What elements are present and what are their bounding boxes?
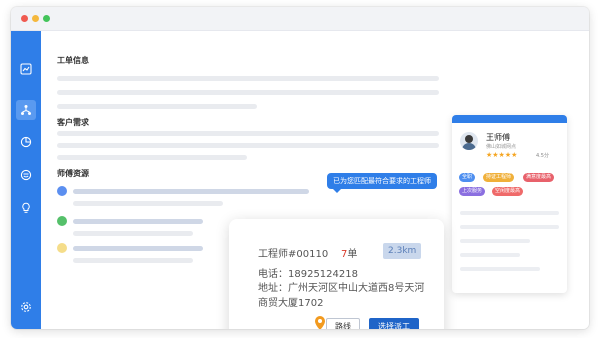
sidebar xyxy=(11,31,41,329)
placeholder-bar xyxy=(460,225,559,229)
tag-top-satisfaction: 满意度最高 xyxy=(523,173,555,182)
engineer-phone: 电话：18925124218 xyxy=(258,269,358,280)
tag-certified: 持证工程师 xyxy=(483,173,515,182)
engineer-popup: 工程师#00110 7单 2.3km 电话：18925124218 地址：广州天… xyxy=(229,219,444,329)
pie-chart-icon[interactable] xyxy=(18,134,34,150)
rating-stars: ★★★★★ xyxy=(486,151,518,159)
technician-radio[interactable] xyxy=(57,243,67,253)
placeholder-bar xyxy=(460,211,559,215)
technician-bar xyxy=(73,246,203,251)
placeholder-bar xyxy=(460,239,530,243)
bulb-icon[interactable] xyxy=(18,200,34,216)
match-tooltip: 已为您匹配最符合要求的工程师 xyxy=(327,173,437,193)
placeholder-bar xyxy=(460,267,540,271)
distance-badge: 2.3km xyxy=(383,243,422,259)
placeholder-bar xyxy=(73,258,193,263)
engineer-address: 地址：广州天河区中山大道西8号天河商贸大厦1702 xyxy=(258,283,425,309)
section-title-customer-needs: 客户需求 xyxy=(57,118,89,127)
settings-icon[interactable] xyxy=(18,299,34,315)
chart-icon[interactable] xyxy=(18,61,34,77)
placeholder-bar xyxy=(73,201,223,206)
minimize-window-button[interactable] xyxy=(32,15,39,22)
main-content: 工单信息 客户需求 师傅资源 已为您匹配最符合要求的工程师 王师傅 佛山如城网点… xyxy=(41,31,589,329)
route-button[interactable]: 路线 xyxy=(326,318,360,329)
close-window-button[interactable] xyxy=(21,15,28,22)
avatar xyxy=(460,132,478,150)
maximize-window-button[interactable] xyxy=(43,15,50,22)
placeholder-bar xyxy=(57,143,439,148)
worker-card[interactable]: 王师傅 佛山如城网点 ★★★★★ 4.5分 全职 持证工程师 满意度最高 上次服… xyxy=(452,115,567,293)
placeholder-bar xyxy=(57,90,439,95)
placeholder-bar xyxy=(73,231,193,236)
engineer-id: 工程师#00110 xyxy=(258,249,329,260)
placeholder-bar xyxy=(57,104,257,109)
section-title-technician-resources: 师傅资源 xyxy=(57,169,89,178)
worker-name: 王师傅 xyxy=(486,133,510,142)
placeholder-bar xyxy=(57,131,439,136)
app-window: 工单信息 客户需求 师傅资源 已为您匹配最符合要求的工程师 王师傅 佛山如城网点… xyxy=(11,7,589,329)
tag-most-available: 空闲度最高 xyxy=(492,187,524,196)
network-icon[interactable] xyxy=(16,100,36,120)
select-dispatch-button[interactable]: 选择派工 xyxy=(369,318,419,329)
engineer-orders: 7单 xyxy=(341,245,357,260)
rating-score: 4.5分 xyxy=(536,153,549,159)
smile-icon[interactable] xyxy=(18,167,34,183)
placeholder-bar xyxy=(57,155,247,160)
placeholder-bar xyxy=(460,253,520,257)
tag-last-service: 上次服务 xyxy=(459,187,486,196)
title-bar xyxy=(11,7,589,31)
worker-shop: 佛山如城网点 xyxy=(486,144,517,150)
technician-radio[interactable] xyxy=(57,216,67,226)
placeholder-bar xyxy=(57,76,439,81)
tag-full-time: 全职 xyxy=(459,173,476,182)
technician-radio[interactable] xyxy=(57,186,67,196)
section-title-ticket-info: 工单信息 xyxy=(57,56,89,65)
technician-bar xyxy=(73,189,309,194)
technician-bar xyxy=(73,219,203,224)
orders-unit: 单 xyxy=(347,249,358,260)
card-header-strip xyxy=(452,115,567,123)
